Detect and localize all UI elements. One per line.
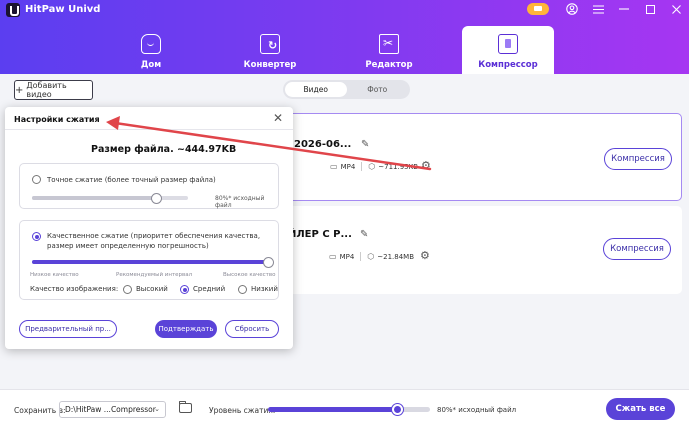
slider-fill (32, 196, 157, 200)
bottom-bar: Сохранить в: D:\HitPaw ...Compressor ⌄ У… (0, 389, 689, 425)
preview-button[interactable]: Предварительный пр... (19, 320, 117, 338)
compression-level-value: 80%* исходный файл (437, 406, 517, 414)
file-name: _2026-06... (289, 139, 352, 150)
dialog-title: Настройки сжатия (14, 115, 100, 124)
compressor-icon (498, 34, 518, 54)
seg-photo[interactable]: Фото (347, 82, 409, 97)
folder-icon[interactable] (179, 401, 192, 413)
menu-icon[interactable] (585, 0, 611, 18)
high-quality-label: Высокое качество (223, 272, 276, 278)
rename-icon[interactable]: ✎ (361, 139, 369, 150)
add-video-button[interactable]: + Добавить видео (14, 80, 93, 100)
slider-fill (32, 260, 268, 264)
minimize-icon[interactable] (611, 0, 637, 18)
quality-high-label: Высокий (136, 285, 168, 293)
compress-button[interactable]: Компрессия (604, 148, 672, 170)
editor-icon (379, 34, 399, 54)
close-icon[interactable] (663, 0, 689, 18)
convert-icon (260, 34, 280, 54)
chevron-down-icon: ⌄ (154, 405, 160, 413)
quality-high-radio[interactable] (123, 285, 132, 294)
app-title: HitPaw Univd (25, 4, 101, 15)
exact-compression-slider[interactable] (32, 192, 188, 204)
media-type-toggle: Видео Фото (283, 80, 410, 99)
file-meta: ▭ MP4 ⬡ ~711.95KB (330, 162, 418, 171)
file-size: ~21.84MB (377, 252, 415, 261)
quality-compression-radio[interactable] (32, 232, 41, 241)
add-video-label: Добавить видео (26, 81, 67, 99)
video-format-icon: ▭ (330, 162, 338, 171)
video-format-icon: ▭ (329, 252, 337, 261)
tab-converter[interactable]: Конвертер (224, 26, 316, 74)
settings-gear-icon[interactable]: ⚙ (420, 249, 430, 262)
tab-compressor[interactable]: Компрессор (462, 26, 554, 74)
user-icon[interactable] (559, 0, 585, 18)
compression-level-slider[interactable] (268, 404, 430, 415)
file-format: MP4 (339, 252, 355, 261)
low-quality-label: Низкое качество (30, 272, 79, 278)
output-path-select[interactable]: D:\HitPaw ...Compressor ⌄ (59, 401, 166, 418)
slider-handle[interactable] (262, 256, 274, 268)
app-header: HitPaw Univd Дом Конвертер Редактор (0, 0, 689, 74)
seg-video[interactable]: Видео (285, 82, 347, 97)
file-size: ~711.95KB (378, 162, 419, 171)
slider-fill (268, 407, 398, 412)
app-logo-icon (6, 3, 20, 17)
size-icon: ⬡ (368, 162, 376, 171)
recommended-range-label: Рекомендуемый интервал (116, 272, 193, 278)
quality-medium-label: Средний (193, 285, 226, 293)
tab-label: Конвертер (243, 60, 297, 70)
output-path: D:\HitPaw ...Compressor (65, 405, 156, 414)
tab-label: Компрессор (478, 60, 538, 70)
quality-compression-label: Качественное сжатие (приоритет обеспечен… (47, 232, 261, 250)
compress-button[interactable]: Компрессия (603, 238, 671, 260)
close-icon[interactable]: ✕ (273, 111, 283, 125)
tab-label: Дом (140, 60, 162, 70)
window-controls (527, 0, 689, 18)
home-icon (141, 34, 161, 54)
image-quality-label: Качество изображения: (30, 285, 119, 293)
tab-home[interactable]: Дом (105, 26, 197, 74)
exact-compression-radio[interactable] (32, 175, 41, 184)
compression-settings-dialog: Настройки сжатия ✕ Размер файла. ~444.97… (5, 107, 293, 349)
exact-compression-option: Точное сжатие (более точный размер файла… (19, 163, 279, 209)
slider-handle[interactable] (151, 192, 163, 204)
slider-handle[interactable] (392, 404, 404, 415)
confirm-button[interactable]: Подтверждать (155, 320, 217, 338)
quality-slider[interactable] (32, 256, 274, 268)
save-to-label: Сохранить в: (14, 406, 66, 415)
exact-compression-label: Точное сжатие (более точный размер файла… (47, 176, 216, 184)
plus-icon: + (15, 84, 24, 96)
quality-compression-option: Качественное сжатие (приоритет обеспечен… (19, 220, 279, 300)
reset-button[interactable]: Сбросить (225, 320, 279, 338)
maximize-icon[interactable] (637, 0, 663, 18)
size-icon: ⬡ (367, 252, 375, 261)
tab-label: Редактор (365, 60, 413, 70)
estimated-file-size: Размер файла. ~444.97KB (91, 144, 237, 155)
settings-gear-icon[interactable]: ⚙ (421, 159, 431, 172)
compression-level-label: Уровень сжатия. (209, 406, 276, 415)
quality-medium-radio[interactable] (180, 285, 189, 294)
exact-compression-value: 80%* исходный файл (215, 195, 265, 209)
quality-low-label: Низкий (251, 285, 278, 293)
compress-all-button[interactable]: Сжать все (606, 398, 675, 420)
rename-icon[interactable]: ✎ (360, 229, 368, 240)
file-name: ЙЛЕР С Р... (288, 229, 352, 240)
tab-editor[interactable]: Редактор (343, 26, 435, 74)
file-format: MP4 (340, 162, 356, 171)
main-tabs: Дом Конвертер Редактор Компрессор (105, 26, 581, 74)
premium-icon[interactable] (527, 3, 549, 15)
file-meta: ▭ MP4 ⬡ ~21.84MB (329, 252, 414, 261)
quality-low-radio[interactable] (238, 285, 247, 294)
